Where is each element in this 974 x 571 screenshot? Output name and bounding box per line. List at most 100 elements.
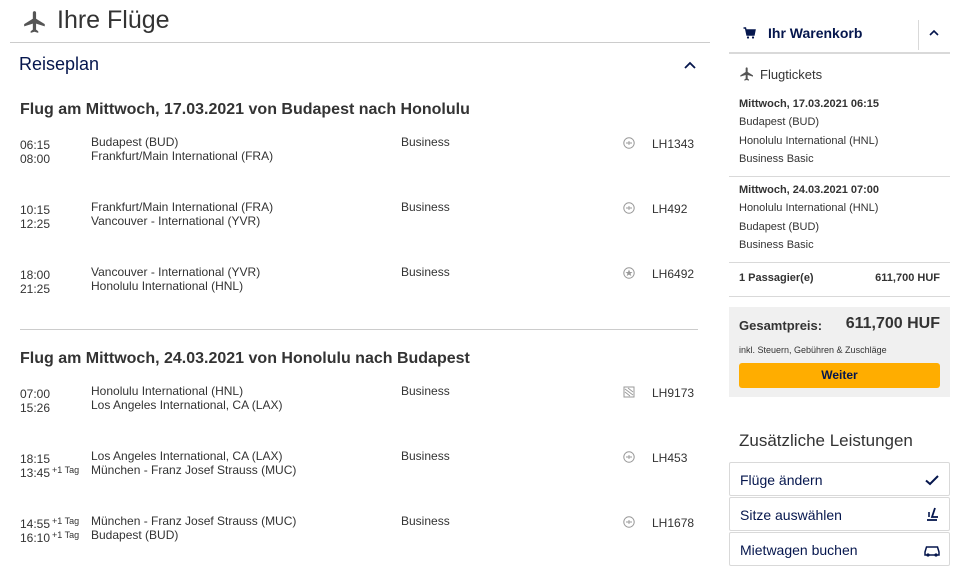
tickets-label: Flugtickets xyxy=(760,67,823,82)
segment-airports: Frankfurt/Main International (FRA) Vanco… xyxy=(91,200,391,228)
arrival-airport: Los Angeles International, CA (LAX) xyxy=(91,398,283,412)
passenger-count: 1 Passagier(e) xyxy=(739,272,814,284)
summary-divider xyxy=(729,296,950,297)
inbound-from: Honolulu International (HNL) xyxy=(739,202,879,214)
cabin-class: Business xyxy=(401,265,450,279)
lufthansa-logo-icon xyxy=(623,451,635,463)
arrival-airport: München - Franz Josef Strauss (MUC) xyxy=(91,463,297,477)
arrival-time: 16:10 +1 Tag xyxy=(20,530,80,545)
outbound-to: Honolulu International (HNL) xyxy=(739,135,879,147)
flight-number: LH9173 xyxy=(652,386,695,400)
flight-number: LH1678 xyxy=(652,516,695,530)
segment-times: 06:15 08:00 xyxy=(20,135,88,166)
flight-segment: 06:15 08:00 Budapest (BUD) Frankfurt/Mai… xyxy=(20,135,700,166)
total-label: Gesamtpreis: xyxy=(739,318,823,333)
arrival-time: 08:00 xyxy=(20,152,51,166)
flight-segment: 10:15 12:25 Frankfurt/Main International… xyxy=(20,200,700,231)
header-separator xyxy=(918,20,919,50)
total-price-box: Gesamtpreis: 611,700 HUF inkl. Steuern, … xyxy=(729,307,950,397)
lufthansa-logo-icon xyxy=(623,202,635,214)
cabin-class: Business xyxy=(401,449,450,463)
cart-header[interactable]: Ihr Warenkorb xyxy=(729,16,950,54)
segment-airports: Los Angeles International, CA (LAX) Münc… xyxy=(91,449,391,477)
itinerary-panel: Ihre Flüge Reiseplan Flug am Mittwoch, 1… xyxy=(10,0,710,571)
passenger-price: 611,700 HUF xyxy=(875,272,940,284)
flight-title: Flug am Mittwoch, 24.03.2021 von Honolul… xyxy=(20,350,470,367)
cart-title: Ihr Warenkorb xyxy=(768,25,863,41)
air-canada-logo-icon xyxy=(623,267,635,279)
segment-airports: Budapest (BUD) Frankfurt/Main Internatio… xyxy=(91,135,391,163)
departure-airport: Budapest (BUD) xyxy=(91,135,179,149)
itinerary-section-toggle[interactable]: Reiseplan xyxy=(19,52,699,80)
cabin-class: Business xyxy=(401,514,450,528)
continue-button[interactable]: Weiter xyxy=(739,363,940,388)
departure-time: 18:00 xyxy=(20,268,51,282)
inbound-fare: Business Basic xyxy=(739,239,814,251)
segment-times: 18:00 21:25 xyxy=(20,265,88,296)
page-header: Ihre Flüge xyxy=(10,0,710,43)
chevron-up-icon[interactable] xyxy=(928,27,940,39)
cart-panel: Ihr Warenkorb Flugtickets Mittwoch, 17.0… xyxy=(729,0,950,571)
cabin-class: Business xyxy=(401,384,450,398)
departure-time: 06:15 xyxy=(20,138,51,152)
departure-airport: München - Franz Josef Strauss (MUC) xyxy=(91,514,297,528)
departure-time: 07:00 xyxy=(20,387,51,401)
arrival-airport: Honolulu International (HNL) xyxy=(91,279,244,293)
arrival-airport: Frankfurt/Main International (FRA) xyxy=(91,149,274,163)
summary-divider xyxy=(729,176,950,177)
flight-number: LH492 xyxy=(652,202,688,216)
arrival-time: 21:25 xyxy=(20,282,51,296)
flight-segment: 18:00 21:25 Vancouver - International (Y… xyxy=(20,265,700,296)
flight-number: LH1343 xyxy=(652,137,695,151)
arrival-time: 15:26 xyxy=(20,401,51,415)
shopping-cart-icon xyxy=(743,27,756,39)
lufthansa-logo-icon xyxy=(623,137,635,149)
seat-icon xyxy=(927,507,938,521)
departure-airport: Los Angeles International, CA (LAX) xyxy=(91,449,283,463)
flight-segment: 18:15 13:45 +1 Tag Los Angeles Internatio… xyxy=(20,449,700,480)
airplane-icon xyxy=(24,11,45,33)
flight-title: Flug am Mittwoch, 17.03.2021 von Budapes… xyxy=(20,101,470,118)
checkmark-icon xyxy=(925,475,939,486)
departure-airport: Honolulu International (HNL) xyxy=(91,384,244,398)
rent-car-button[interactable]: Mietwagen buchen xyxy=(729,532,950,566)
flight-segment: 14:55 +1 Tag 16:10 +1 Tag München - Franz … xyxy=(20,514,700,545)
departure-time: 14:55 +1 Tag xyxy=(20,516,80,531)
arrival-time: 13:45 +1 Tag xyxy=(20,465,80,480)
flight-number: LH6492 xyxy=(652,267,695,281)
cabin-class: Business xyxy=(401,200,450,214)
arrival-airport: Vancouver - International (YVR) xyxy=(91,214,261,228)
outbound-from: Budapest (BUD) xyxy=(739,116,820,128)
cabin-class: Business xyxy=(401,135,450,149)
arrival-airport: Budapest (BUD) xyxy=(91,528,179,542)
segment-times: 18:15 13:45 +1 Tag xyxy=(20,449,88,480)
segment-times: 14:55 +1 Tag 16:10 +1 Tag xyxy=(20,514,88,545)
segment-airports: Vancouver - International (YVR) Honolulu… xyxy=(91,265,391,293)
page-title: Ihre Flüge xyxy=(57,6,170,34)
outbound-fare: Business Basic xyxy=(739,153,814,165)
select-seats-button[interactable]: Sitze auswählen xyxy=(729,497,950,531)
segment-airports: Honolulu International (HNL) Los Angeles… xyxy=(91,384,391,412)
outbound-datetime: Mittwoch, 17.03.2021 06:15 xyxy=(739,98,880,110)
extras-title: Zusätzliche Leistungen xyxy=(739,431,913,450)
segment-times: 07:00 15:26 xyxy=(20,384,88,415)
summary-divider xyxy=(729,262,950,263)
extra-label: Mietwagen buchen xyxy=(740,542,858,558)
extra-label: Sitze auswählen xyxy=(740,507,842,523)
segment-times: 10:15 12:25 xyxy=(20,200,88,231)
itinerary-section-label: Reiseplan xyxy=(19,54,100,74)
flight-number: LH453 xyxy=(652,451,688,465)
airplane-icon xyxy=(740,67,753,81)
change-flights-button[interactable]: Flüge ändern xyxy=(729,462,950,496)
inbound-to: Budapest (BUD) xyxy=(739,221,820,233)
tax-note: inkl. Steuern, Gebühren & Zuschläge xyxy=(739,345,887,355)
extra-label: Flüge ändern xyxy=(740,472,823,488)
flight-segment: 07:00 15:26 Honolulu International (HNL)… xyxy=(20,384,700,415)
united-logo-icon xyxy=(623,386,635,398)
lufthansa-logo-icon xyxy=(623,516,635,528)
departure-time: 10:15 xyxy=(20,203,51,217)
inbound-datetime: Mittwoch, 24.03.2021 07:00 xyxy=(739,184,880,196)
chevron-up-icon[interactable] xyxy=(683,58,697,72)
departure-airport: Vancouver - International (YVR) xyxy=(91,265,261,279)
segment-airports: München - Franz Josef Strauss (MUC) Buda… xyxy=(91,514,391,542)
